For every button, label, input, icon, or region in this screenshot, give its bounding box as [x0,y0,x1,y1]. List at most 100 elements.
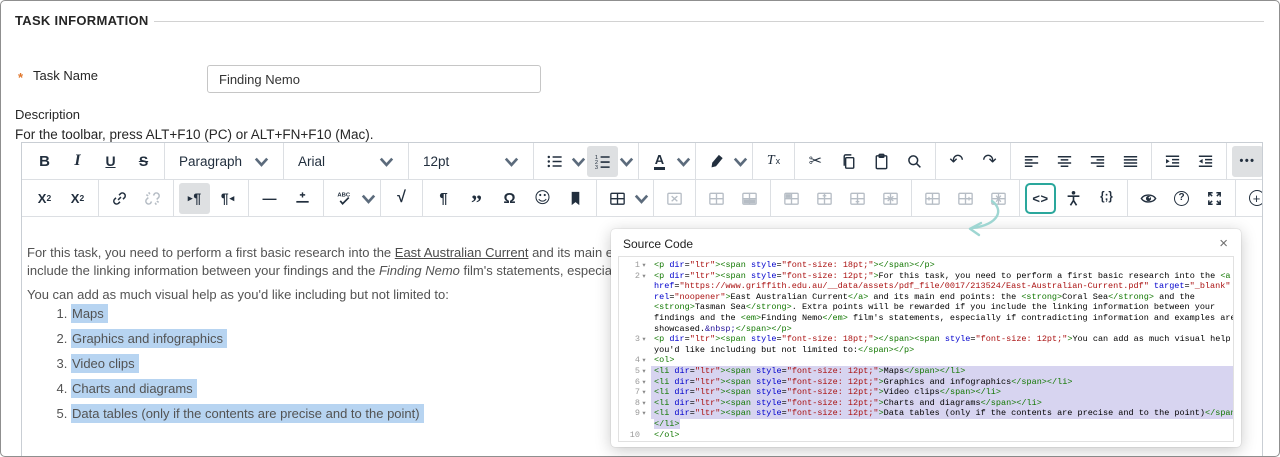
insert-column-before-icon [923,189,942,208]
add-element-button[interactable]: + [1241,183,1262,214]
font-size-select[interactable]: 12pt [413,146,529,177]
paragraph-style-value: Paragraph [179,153,243,169]
paragraph-mark-button[interactable]: ¶ [428,183,459,214]
text-color-button[interactable]: A [644,146,675,177]
delete-table-button[interactable] [659,183,690,214]
align-left-button[interactable] [1016,146,1047,177]
gutter [619,419,651,430]
subscript-icon: X2 [70,190,85,206]
highlight-color-menu-button[interactable] [733,146,748,177]
insert-table-button[interactable] [602,183,633,214]
source-code-editor[interactable]: 1 ▾ <p dir="ltr"><span style="font-size: 1… [618,256,1234,442]
anchor-button[interactable] [560,183,591,214]
toolbar-group [695,180,770,216]
math-editor-icon: √ [397,189,406,206]
outdent-button[interactable] [1190,146,1221,177]
task-name-input[interactable] [207,65,541,93]
delete-row-button[interactable] [875,183,906,214]
bullet-list-button[interactable] [539,146,570,177]
more-options-button[interactable]: ••• [1232,145,1262,177]
indent-button[interactable] [1157,146,1188,177]
italic-button[interactable]: I [62,146,93,177]
fold-arrow-icon[interactable]: ▾ [640,334,648,345]
fold-arrow-icon[interactable]: ▾ [640,408,648,419]
insert-table-menu-button[interactable] [634,183,649,214]
toolbar-group: 123 [533,143,638,179]
clear-formatting-button[interactable]: Tx [758,146,789,177]
fold-arrow-icon[interactable]: ▾ [640,271,648,282]
fold-arrow-icon[interactable]: ▾ [640,387,648,398]
undo-icon: ↶ [949,150,964,171]
insert-column-after-button[interactable] [950,183,981,214]
row-properties-button[interactable] [734,183,765,214]
bullet-list-menu-button[interactable] [571,146,586,177]
delete-row-icon [881,189,900,208]
numbered-list-menu-button[interactable] [619,146,634,177]
toolbar-group: ABC [323,180,380,216]
insert-table-icon [608,189,627,208]
align-center-button[interactable] [1049,146,1080,177]
close-icon[interactable]: × [1217,236,1230,251]
cut-button[interactable]: ✂ [800,146,831,177]
strikethrough-button[interactable]: S [128,146,159,177]
gutter: 8 ▾ [619,398,651,409]
fold-arrow-icon[interactable]: ▾ [640,260,648,271]
justify-button[interactable] [1115,146,1146,177]
spellcheck-menu-button[interactable] [361,183,376,214]
remove-link-button[interactable] [137,183,168,214]
toolbar-group [98,180,173,216]
fold-arrow-icon[interactable]: ▾ [640,355,648,366]
help-button[interactable]: ? [1166,183,1197,214]
strikethrough-icon: S [138,153,149,169]
insert-link-button[interactable] [104,183,135,214]
page-break-button[interactable] [287,183,318,214]
fold-arrow-icon[interactable]: ▾ [640,377,648,388]
undo-button[interactable]: ↶ [941,146,972,177]
blockquote-button[interactable]: ” [461,183,492,214]
highlight-color-button[interactable] [701,146,732,177]
source-code-dialog: Source Code × 1 ▾ <p dir="ltr"><span style… [611,229,1241,447]
spellcheck-icon: ABC [335,189,354,208]
toolbar-row-1: B I U S Paragraph Arial 12pt 1 2 3 A Tx ✂ ↶ ↷ ••• [22,143,1262,180]
cell-properties-button[interactable] [776,183,807,214]
font-family-select[interactable]: Arial [288,146,404,177]
code-sample-button[interactable]: {;} [1091,183,1122,214]
toolbar-group: A [638,143,695,179]
source-code-button[interactable]: <> [1025,183,1056,214]
copy-button[interactable] [833,146,864,177]
fold-arrow-icon[interactable]: ▾ [640,398,648,409]
spellcheck-button[interactable]: ABC [329,183,360,214]
accessibility-checker-button[interactable] [1058,183,1089,214]
left-to-right-button[interactable]: ▸ ¶ [179,182,210,214]
fullscreen-button[interactable] [1199,183,1230,214]
paste-button[interactable] [866,146,897,177]
gutter [619,313,651,324]
content-link: East Australian Current [394,245,529,260]
page-title: TASK INFORMATION [15,13,149,28]
insert-row-below-button[interactable] [842,183,873,214]
math-editor-button[interactable]: √ [386,183,417,214]
bold-button[interactable]: B [29,146,60,177]
toolbar-group: ↶ ↷ [935,143,1010,179]
horizontal-rule-button[interactable]: — [254,183,285,214]
fold-arrow-icon[interactable]: ▾ [640,366,648,377]
table-properties-button[interactable] [701,183,732,214]
find-replace-button[interactable] [899,146,930,177]
delete-column-button[interactable] [983,183,1014,214]
align-right-button[interactable] [1082,146,1113,177]
numbered-list-button[interactable]: 123 [587,145,618,177]
insert-column-before-button[interactable] [917,183,948,214]
page: { "header": { "title": "TASK INFORMATION… [0,0,1280,457]
preview-button[interactable] [1133,183,1164,214]
underline-button[interactable]: U [95,146,126,177]
superscript-button[interactable]: X2 [29,183,60,214]
insert-row-above-button[interactable] [809,183,840,214]
text-color-menu-button[interactable] [676,146,691,177]
right-to-left-button[interactable]: ¶ ◂ [212,183,243,214]
gutter: 7 ▾ [619,387,651,398]
subscript-button[interactable]: X2 [62,183,93,214]
paragraph-style-select[interactable]: Paragraph [169,146,279,177]
emoticons-button[interactable]: ☺ [527,183,558,214]
special-character-button[interactable]: Ω [494,183,525,214]
redo-button[interactable]: ↷ [974,146,1005,177]
